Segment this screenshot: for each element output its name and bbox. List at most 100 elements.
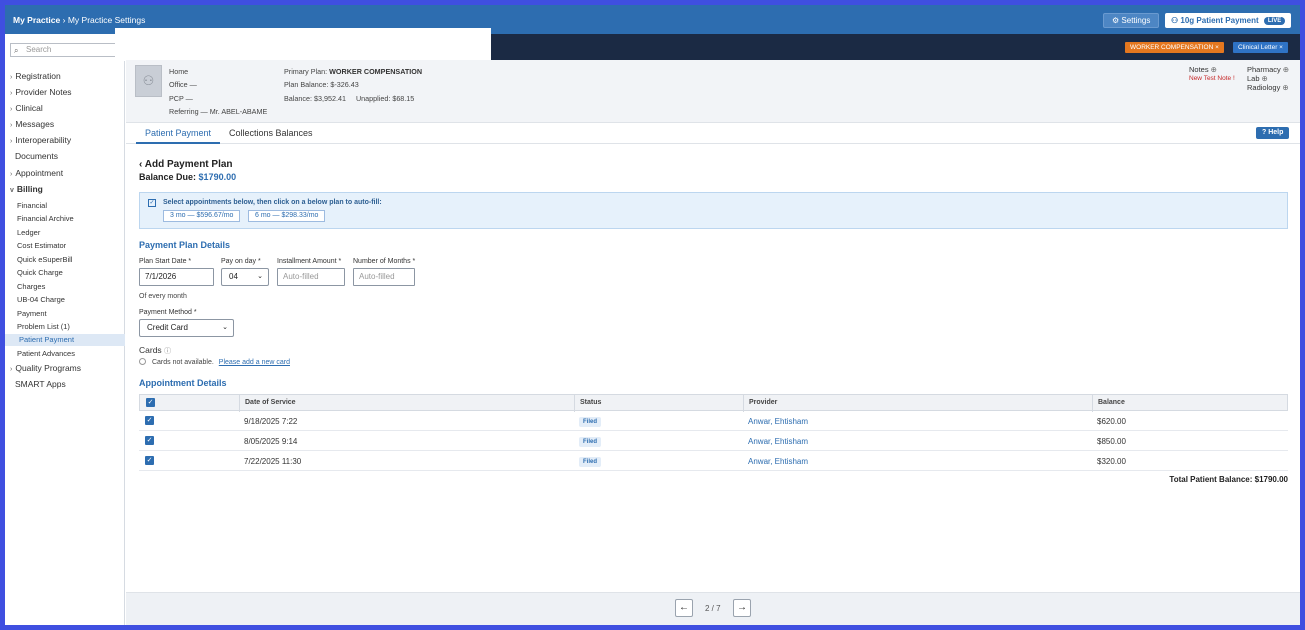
notes-link[interactable]: Notes ⊕ (1189, 65, 1217, 74)
sidebar-subitem-quick-charge[interactable]: Quick Charge (17, 268, 63, 277)
search-input[interactable]: ⌕ Search (10, 43, 120, 57)
sidebar-subitem-patient-payment[interactable]: Patient Payment (5, 334, 125, 346)
chevron-right-icon: › (10, 171, 13, 178)
status-badge: Filed (579, 457, 602, 467)
help-button[interactable]: ? Help (1256, 127, 1290, 139)
pharmacy-link[interactable]: Pharmacy ⊕ (1247, 65, 1289, 74)
sidebar-item-appointment[interactable]: › Appointment (10, 168, 63, 178)
prev-page-button[interactable]: ← (675, 599, 693, 617)
breadcrumb: My Practice › My Practice Settings (13, 15, 145, 25)
sidebar-item-messages[interactable]: › Messages (10, 119, 54, 129)
sidebar-item-label: Appointment (15, 168, 64, 178)
table-row[interactable]: ✓ 9/18/2025 7:22 Filed Anwar, Ehtisham $… (139, 411, 1288, 431)
plus-circle-icon: ⊕ (1282, 65, 1290, 74)
provider-link[interactable]: Anwar, Ehtisham (748, 437, 808, 446)
plus-circle-icon: ⊕ (1210, 65, 1217, 74)
table-row[interactable]: ✓ 8/05/2025 9:14 Filed Anwar, Ehtisham $… (139, 431, 1288, 451)
chevron-right-icon: › (10, 106, 13, 113)
row-checkbox[interactable]: ✓ (145, 436, 154, 445)
sidebar-item-label: Provider Notes (15, 87, 72, 97)
sidebar-item-provider-notes[interactable]: › Provider Notes (10, 87, 72, 97)
patient-payment-button[interactable]: ⚇ 10g Patient Payment LIVE (1165, 13, 1292, 28)
sidebar-subitem-quick-esuperbill[interactable]: Quick eSuperBill (17, 255, 72, 264)
sidebar-subitem-cost-estimator[interactable]: Cost Estimator (17, 241, 66, 250)
total-value: $1790.00 (1254, 475, 1288, 484)
column-divider (574, 395, 575, 412)
plan-option-3-months[interactable]: 3 mo — $596.67/mo (163, 210, 241, 222)
column-balance[interactable]: Balance (1098, 399, 1125, 406)
chevron-right-icon: › (10, 122, 13, 129)
tab-collections-balances[interactable]: Collections Balances (229, 128, 313, 138)
breadcrumb-current[interactable]: My Practice Settings (68, 15, 145, 25)
payment-method-select[interactable]: Credit Card ⌄ (139, 319, 234, 337)
payment-plan-details-title: Payment Plan Details (139, 240, 231, 250)
lab-link[interactable]: Lab ⊕ (1247, 74, 1268, 83)
sidebar-item-label: Registration (15, 71, 61, 81)
date-of-service: 8/05/2025 9:14 (244, 437, 298, 446)
sidebar-item-registration[interactable]: › Registration (10, 71, 61, 81)
sidebar-item-documents[interactable]: Documents (15, 151, 58, 161)
sidebar-subitem-payment[interactable]: Payment (17, 309, 47, 318)
installment-amount-input[interactable]: Auto-filled (277, 268, 345, 286)
plan-option-6-months[interactable]: 6 mo — $298.33/mo (248, 210, 326, 222)
balance-due-value: $1790.00 (198, 172, 237, 182)
search-icon: ⌕ (14, 46, 19, 55)
pay-on-day-select[interactable]: 04 ⌄ (221, 268, 269, 286)
sidebar-subitem-financial[interactable]: Financial (17, 201, 47, 210)
sidebar-subitem-ub04-charge[interactable]: UB-04 Charge (17, 295, 65, 304)
appointment-details-title: Appointment Details (139, 378, 227, 388)
breadcrumb-home[interactable]: My Practice (13, 15, 60, 25)
info-icon: ⓘ (164, 348, 172, 355)
row-balance: $620.00 (1097, 417, 1126, 426)
sidebar-subitem-problem-list[interactable]: Problem List (1) (17, 322, 70, 331)
settings-button[interactable]: ⚙ Settings (1103, 13, 1160, 28)
sidebar-item-billing[interactable]: v Billing (10, 184, 43, 194)
plan-start-date-input[interactable]: 7/1/2026 (139, 268, 214, 286)
column-status[interactable]: Status (580, 399, 601, 406)
sidebar-subitem-patient-advances[interactable]: Patient Advances (17, 349, 75, 358)
tab-patient-payment[interactable]: Patient Payment (136, 128, 221, 144)
sidebar-subitem-charges[interactable]: Charges (17, 282, 45, 291)
search-placeholder: Search (26, 45, 52, 54)
worker-compensation-tag[interactable]: WORKER COMPENSATION × (1125, 42, 1224, 53)
add-new-card-link[interactable]: Please add a new card (219, 359, 290, 366)
clinical-letter-tag[interactable]: Clinical Letter × (1233, 42, 1288, 53)
column-provider[interactable]: Provider (749, 399, 777, 406)
sidebar-subitem-financial-archive[interactable]: Financial Archive (17, 214, 74, 223)
checkbox-icon: ✓ (148, 199, 156, 207)
select-all-checkbox[interactable]: ✓ (146, 398, 155, 407)
column-date-of-service[interactable]: Date of Service (245, 399, 296, 406)
next-page-button[interactable]: → (733, 599, 751, 617)
provider-link[interactable]: Anwar, Ehtisham (748, 457, 808, 466)
sidebar-item-interoperability[interactable]: › Interoperability (10, 135, 71, 145)
user-icon: ⚇ (1171, 16, 1179, 25)
number-of-months-input[interactable]: Auto-filled (353, 268, 415, 286)
chevron-down-icon: v (10, 187, 14, 194)
chevron-down-icon: ⌄ (222, 324, 228, 331)
sidebar-item-quality-programs[interactable]: › Quality Programs (10, 363, 81, 373)
column-divider (1092, 395, 1093, 412)
patient-payment-label: 10g Patient Payment (1180, 16, 1259, 25)
sidebar-item-clinical[interactable]: › Clinical (10, 103, 43, 113)
table-row[interactable]: ✓ 7/22/2025 11:30 Filed Anwar, Ehtisham … (139, 451, 1288, 471)
avatar: ⚇ (135, 65, 162, 97)
patient-header: ⚇ Home Office — PCP — Referring — Mr. AB… (126, 60, 1300, 123)
add-payment-plan-title[interactable]: ‹ Add Payment Plan (139, 159, 233, 170)
row-checkbox[interactable]: ✓ (145, 456, 154, 465)
sidebar-item-label: Documents (15, 151, 58, 161)
column-divider (239, 395, 240, 412)
sidebar-item-label: Interoperability (15, 135, 72, 145)
row-checkbox[interactable]: ✓ (145, 416, 154, 425)
payment-method-value: Credit Card (147, 323, 188, 332)
radiology-link[interactable]: Radiology ⊕ (1247, 83, 1289, 92)
column-divider (743, 395, 744, 412)
chevron-down-icon: ⌄ (257, 273, 263, 280)
date-of-service: 9/18/2025 7:22 (244, 417, 298, 426)
auto-fill-hint: ✓ Select appointments below, then click … (139, 192, 1288, 229)
sidebar-subitem-ledger[interactable]: Ledger (17, 228, 40, 237)
new-note-alert[interactable]: New Test Note ! (1189, 75, 1235, 82)
row-balance: $850.00 (1097, 437, 1126, 446)
row-balance: $320.00 (1097, 457, 1126, 466)
provider-link[interactable]: Anwar, Ehtisham (748, 417, 808, 426)
sidebar-item-smart-apps[interactable]: SMART Apps (15, 379, 66, 389)
